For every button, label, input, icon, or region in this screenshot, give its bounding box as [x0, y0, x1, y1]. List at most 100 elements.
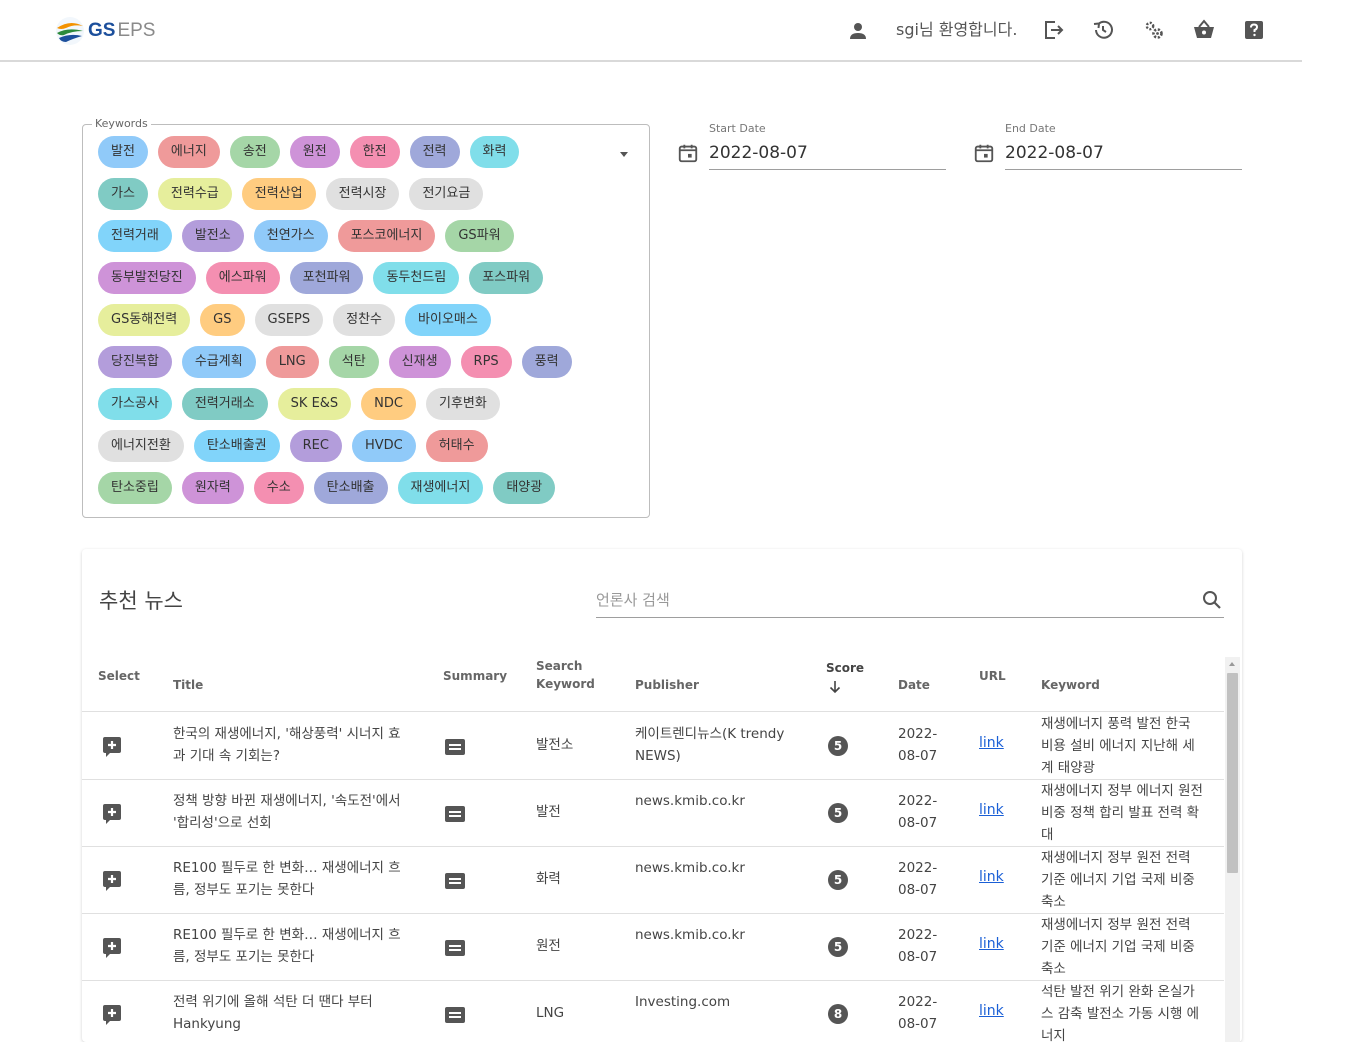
keyword-chip[interactable]: 전력시장	[325, 178, 400, 210]
keyword-chip[interactable]: 전력거래소	[181, 388, 268, 420]
news-url-link[interactable]: link	[979, 869, 1004, 885]
keyword-chip[interactable]: 기후변화	[425, 388, 500, 420]
column-header-search-keyword[interactable]: Search Keyword	[536, 657, 596, 693]
start-date-field[interactable]: Start Date 2022-08-07	[677, 122, 947, 172]
keyword-chip[interactable]: 전력산업	[241, 178, 316, 210]
settings-button[interactable]	[1141, 17, 1167, 43]
gs-logo-icon	[56, 17, 84, 45]
keyword-chip[interactable]: 허태수	[425, 430, 488, 462]
end-date-label: End Date	[1005, 122, 1056, 135]
keyword-chip[interactable]: 탄소배출	[313, 472, 388, 504]
history-button[interactable]	[1090, 17, 1116, 43]
keyword-chip[interactable]: 천연가스	[253, 220, 328, 252]
keyword-chip[interactable]: 동부발전당진	[98, 262, 196, 294]
add-comment-icon[interactable]	[100, 1002, 124, 1026]
keyword-chip[interactable]: 신재생	[388, 346, 451, 378]
add-comment-icon[interactable]	[100, 868, 124, 892]
news-title[interactable]: RE100 필두로 한 변화… 재생에너지 흐름, 정부도 포기는 못한다	[173, 924, 405, 968]
summary-icon[interactable]	[443, 1003, 467, 1027]
keyword-chip[interactable]: HVDC	[351, 430, 416, 462]
start-date-label: Start Date	[709, 122, 766, 135]
news-title[interactable]: RE100 필두로 한 변화… 재생에너지 흐름, 정부도 포기는 못한다	[173, 857, 405, 901]
keyword-chip[interactable]: NDC	[361, 388, 416, 420]
add-comment-icon[interactable]	[100, 801, 124, 825]
keyword-chip[interactable]: GS	[200, 304, 245, 336]
summary-icon[interactable]	[443, 735, 467, 759]
keyword-chip[interactable]: 에너지	[157, 136, 220, 168]
keyword-chip[interactable]: 한전	[349, 136, 400, 168]
history-icon	[1093, 20, 1113, 39]
news-url-link[interactable]: link	[979, 936, 1004, 952]
keyword-chip[interactable]: GSEPS	[254, 304, 324, 336]
keyword-chip[interactable]: 동두천드림	[373, 262, 460, 294]
keyword-chip[interactable]: 정찬수	[333, 304, 396, 336]
scrollbar-thumb[interactable]	[1227, 673, 1238, 873]
news-url-link[interactable]: link	[979, 802, 1004, 818]
keyword-chip[interactable]: 원자력	[181, 472, 244, 504]
publisher-search-input[interactable]	[596, 588, 1186, 612]
sort-descending-icon[interactable]	[828, 680, 842, 694]
news-url-link[interactable]: link	[979, 735, 1004, 751]
keyword-chip[interactable]: 전력수급	[157, 178, 232, 210]
summary-icon[interactable]	[443, 936, 467, 960]
keyword-chip[interactable]: 수급계획	[181, 346, 256, 378]
keyword-chip[interactable]: 원전	[289, 136, 340, 168]
summary-icon[interactable]	[443, 869, 467, 893]
keyword-chip[interactable]: 수소	[253, 472, 304, 504]
keyword-chip[interactable]: 포스코에너지	[337, 220, 436, 252]
keyword-chip[interactable]: LNG	[265, 346, 319, 378]
keyword-chip[interactable]: 석탄	[328, 346, 379, 378]
dropdown-arrow-icon[interactable]	[616, 146, 632, 162]
keyword-chip[interactable]: 전력거래	[98, 220, 172, 252]
column-header-date[interactable]: Date	[898, 676, 930, 694]
news-date: 2022-08-07	[898, 860, 938, 898]
keyword-chip[interactable]: 풍력	[521, 346, 572, 378]
news-url-link[interactable]: link	[979, 1003, 1004, 1019]
news-title[interactable]: 정책 방향 바뀐 재생에너지, '속도전'에서 '합리성'으로 선회	[173, 790, 405, 834]
keyword-chip[interactable]: GS파워	[445, 220, 514, 252]
end-date-field[interactable]: End Date 2022-08-07	[973, 122, 1243, 172]
keyword-chip[interactable]: 가스	[98, 178, 148, 210]
keyword-chip[interactable]: 포천파워	[289, 262, 364, 294]
keyword-chip[interactable]: 탄소배출권	[193, 430, 280, 462]
keyword-chip[interactable]: 에스파워	[205, 262, 280, 294]
keyword-chip[interactable]: 전력	[409, 136, 460, 168]
keyword-chip[interactable]: 당진복합	[98, 346, 172, 378]
keyword-chip[interactable]: 탄소중립	[98, 472, 172, 504]
keyword-chip[interactable]: SK E&S	[277, 388, 352, 420]
keyword-chip[interactable]: 가스공사	[98, 388, 172, 420]
column-header-publisher[interactable]: Publisher	[635, 676, 699, 694]
keyword-chip[interactable]: 재생에너지	[397, 472, 484, 504]
help-button[interactable]	[1241, 17, 1267, 43]
add-comment-icon[interactable]	[100, 734, 124, 758]
publisher: news.kmib.co.kr	[635, 793, 745, 809]
keyword-chip[interactable]: 발전소	[181, 220, 244, 252]
keyword-chip[interactable]: 화력	[469, 136, 520, 168]
scroll-up-icon[interactable]	[1227, 659, 1237, 669]
basket-button[interactable]	[1191, 17, 1217, 43]
keyword-chip[interactable]: 송전	[229, 136, 280, 168]
logout-button[interactable]	[1040, 17, 1066, 43]
news-title[interactable]: 한국의 재생에너지, '해상풍력' 시너지 효과 기대 속 기회는?	[173, 723, 405, 767]
column-header-score[interactable]: Score	[826, 659, 864, 677]
keyword-chip[interactable]: 바이오매스	[405, 304, 491, 336]
keyword-chip[interactable]: 발전	[98, 136, 148, 168]
table-scrollbar[interactable]	[1225, 657, 1240, 1042]
keyword-chip[interactable]: 태양광	[493, 472, 556, 504]
summary-icon[interactable]	[443, 802, 467, 826]
news-title[interactable]: 전력 위기에 올해 석탄 더 땐다 부터 Hankyung	[173, 991, 405, 1035]
end-date-value[interactable]: 2022-08-07	[1005, 142, 1104, 164]
keyword-chip[interactable]: 에너지전환	[98, 430, 184, 462]
keyword-chip[interactable]: 포스파워	[469, 262, 544, 294]
keyword-chip[interactable]: GS동해전력	[98, 304, 191, 336]
score-badge: 5	[828, 870, 848, 890]
start-date-value[interactable]: 2022-08-07	[709, 142, 808, 164]
search-icon[interactable]	[1200, 588, 1224, 612]
publisher-search	[596, 584, 1224, 618]
keyword-chip[interactable]: 전기요금	[409, 178, 484, 210]
add-comment-icon[interactable]	[100, 935, 124, 959]
gs-eps-logo[interactable]: GS EPS	[54, 15, 155, 47]
keyword-chip[interactable]: RPS	[460, 346, 512, 378]
column-header-title[interactable]: Title	[173, 676, 203, 694]
keyword-chip[interactable]: REC	[289, 430, 342, 462]
